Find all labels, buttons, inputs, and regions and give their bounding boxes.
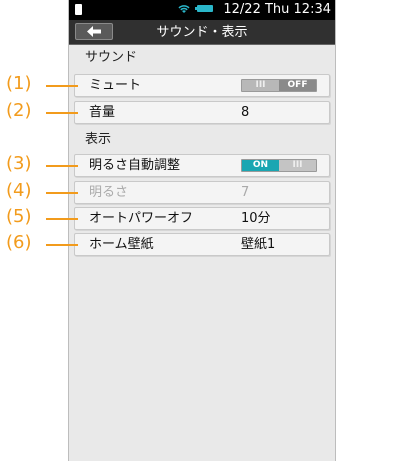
title-bar: サウンド・表示 bbox=[69, 20, 335, 45]
status-bar: 12/22 Thu 12:34 bbox=[69, 0, 335, 20]
callout-4: (4) bbox=[6, 180, 32, 201]
callout-2-line bbox=[46, 112, 78, 114]
status-datetime: 12/22 Thu 12:34 bbox=[223, 2, 331, 17]
mute-toggle[interactable]: III OFF bbox=[241, 79, 317, 92]
brightness-setting-row: 明るさ 7 bbox=[74, 181, 330, 204]
auto-brightness-toggle[interactable]: ON III bbox=[241, 159, 317, 172]
home-wallpaper-value: 壁紙1 bbox=[241, 237, 276, 252]
auto-power-off-label: オートパワーオフ bbox=[89, 211, 194, 226]
callout-2: (2) bbox=[6, 100, 32, 121]
callout-4-line bbox=[46, 192, 78, 194]
callout-5: (5) bbox=[6, 206, 32, 227]
callout-3: (3) bbox=[6, 153, 32, 174]
page-title: サウンド・表示 bbox=[156, 25, 248, 40]
auto-brightness-row[interactable]: 明るさ自動調整 ON III bbox=[74, 154, 330, 177]
auto-power-off-value: 10分 bbox=[241, 211, 271, 226]
home-wallpaper-label: ホーム壁紙 bbox=[89, 237, 154, 252]
callout-1-line bbox=[46, 85, 78, 87]
phone-screen: 12/22 Thu 12:34 サウンド・表示 サウンド ミュート III OF… bbox=[68, 0, 336, 461]
toggle-state-on: ON bbox=[242, 160, 279, 171]
callout-5-line bbox=[46, 218, 78, 220]
brightness-label: 明るさ bbox=[89, 185, 129, 200]
mute-label: ミュート bbox=[89, 78, 142, 93]
section-header-display: 表示 bbox=[85, 132, 112, 147]
volume-setting-row[interactable]: 音量 8 bbox=[74, 101, 330, 124]
toggle-knob: III bbox=[279, 160, 316, 171]
toggle-state-off: OFF bbox=[279, 80, 316, 91]
toggle-knob: III bbox=[242, 80, 279, 91]
section-header-sound: サウンド bbox=[85, 50, 138, 65]
home-wallpaper-row[interactable]: ホーム壁紙 壁紙1 bbox=[74, 233, 330, 256]
auto-brightness-label: 明るさ自動調整 bbox=[89, 158, 181, 173]
volume-label: 音量 bbox=[89, 105, 116, 120]
brightness-value: 7 bbox=[241, 185, 250, 200]
mute-setting-row[interactable]: ミュート III OFF bbox=[74, 74, 330, 97]
volume-value: 8 bbox=[241, 105, 250, 120]
wifi-icon bbox=[178, 5, 190, 13]
callout-6: (6) bbox=[6, 232, 32, 253]
callout-1: (1) bbox=[6, 73, 32, 94]
callout-6-line bbox=[46, 244, 78, 246]
callout-3-line bbox=[46, 165, 78, 167]
battery-icon bbox=[195, 5, 214, 12]
auto-power-off-row[interactable]: オートパワーオフ 10分 bbox=[74, 207, 330, 230]
sd-card-icon bbox=[75, 4, 82, 15]
